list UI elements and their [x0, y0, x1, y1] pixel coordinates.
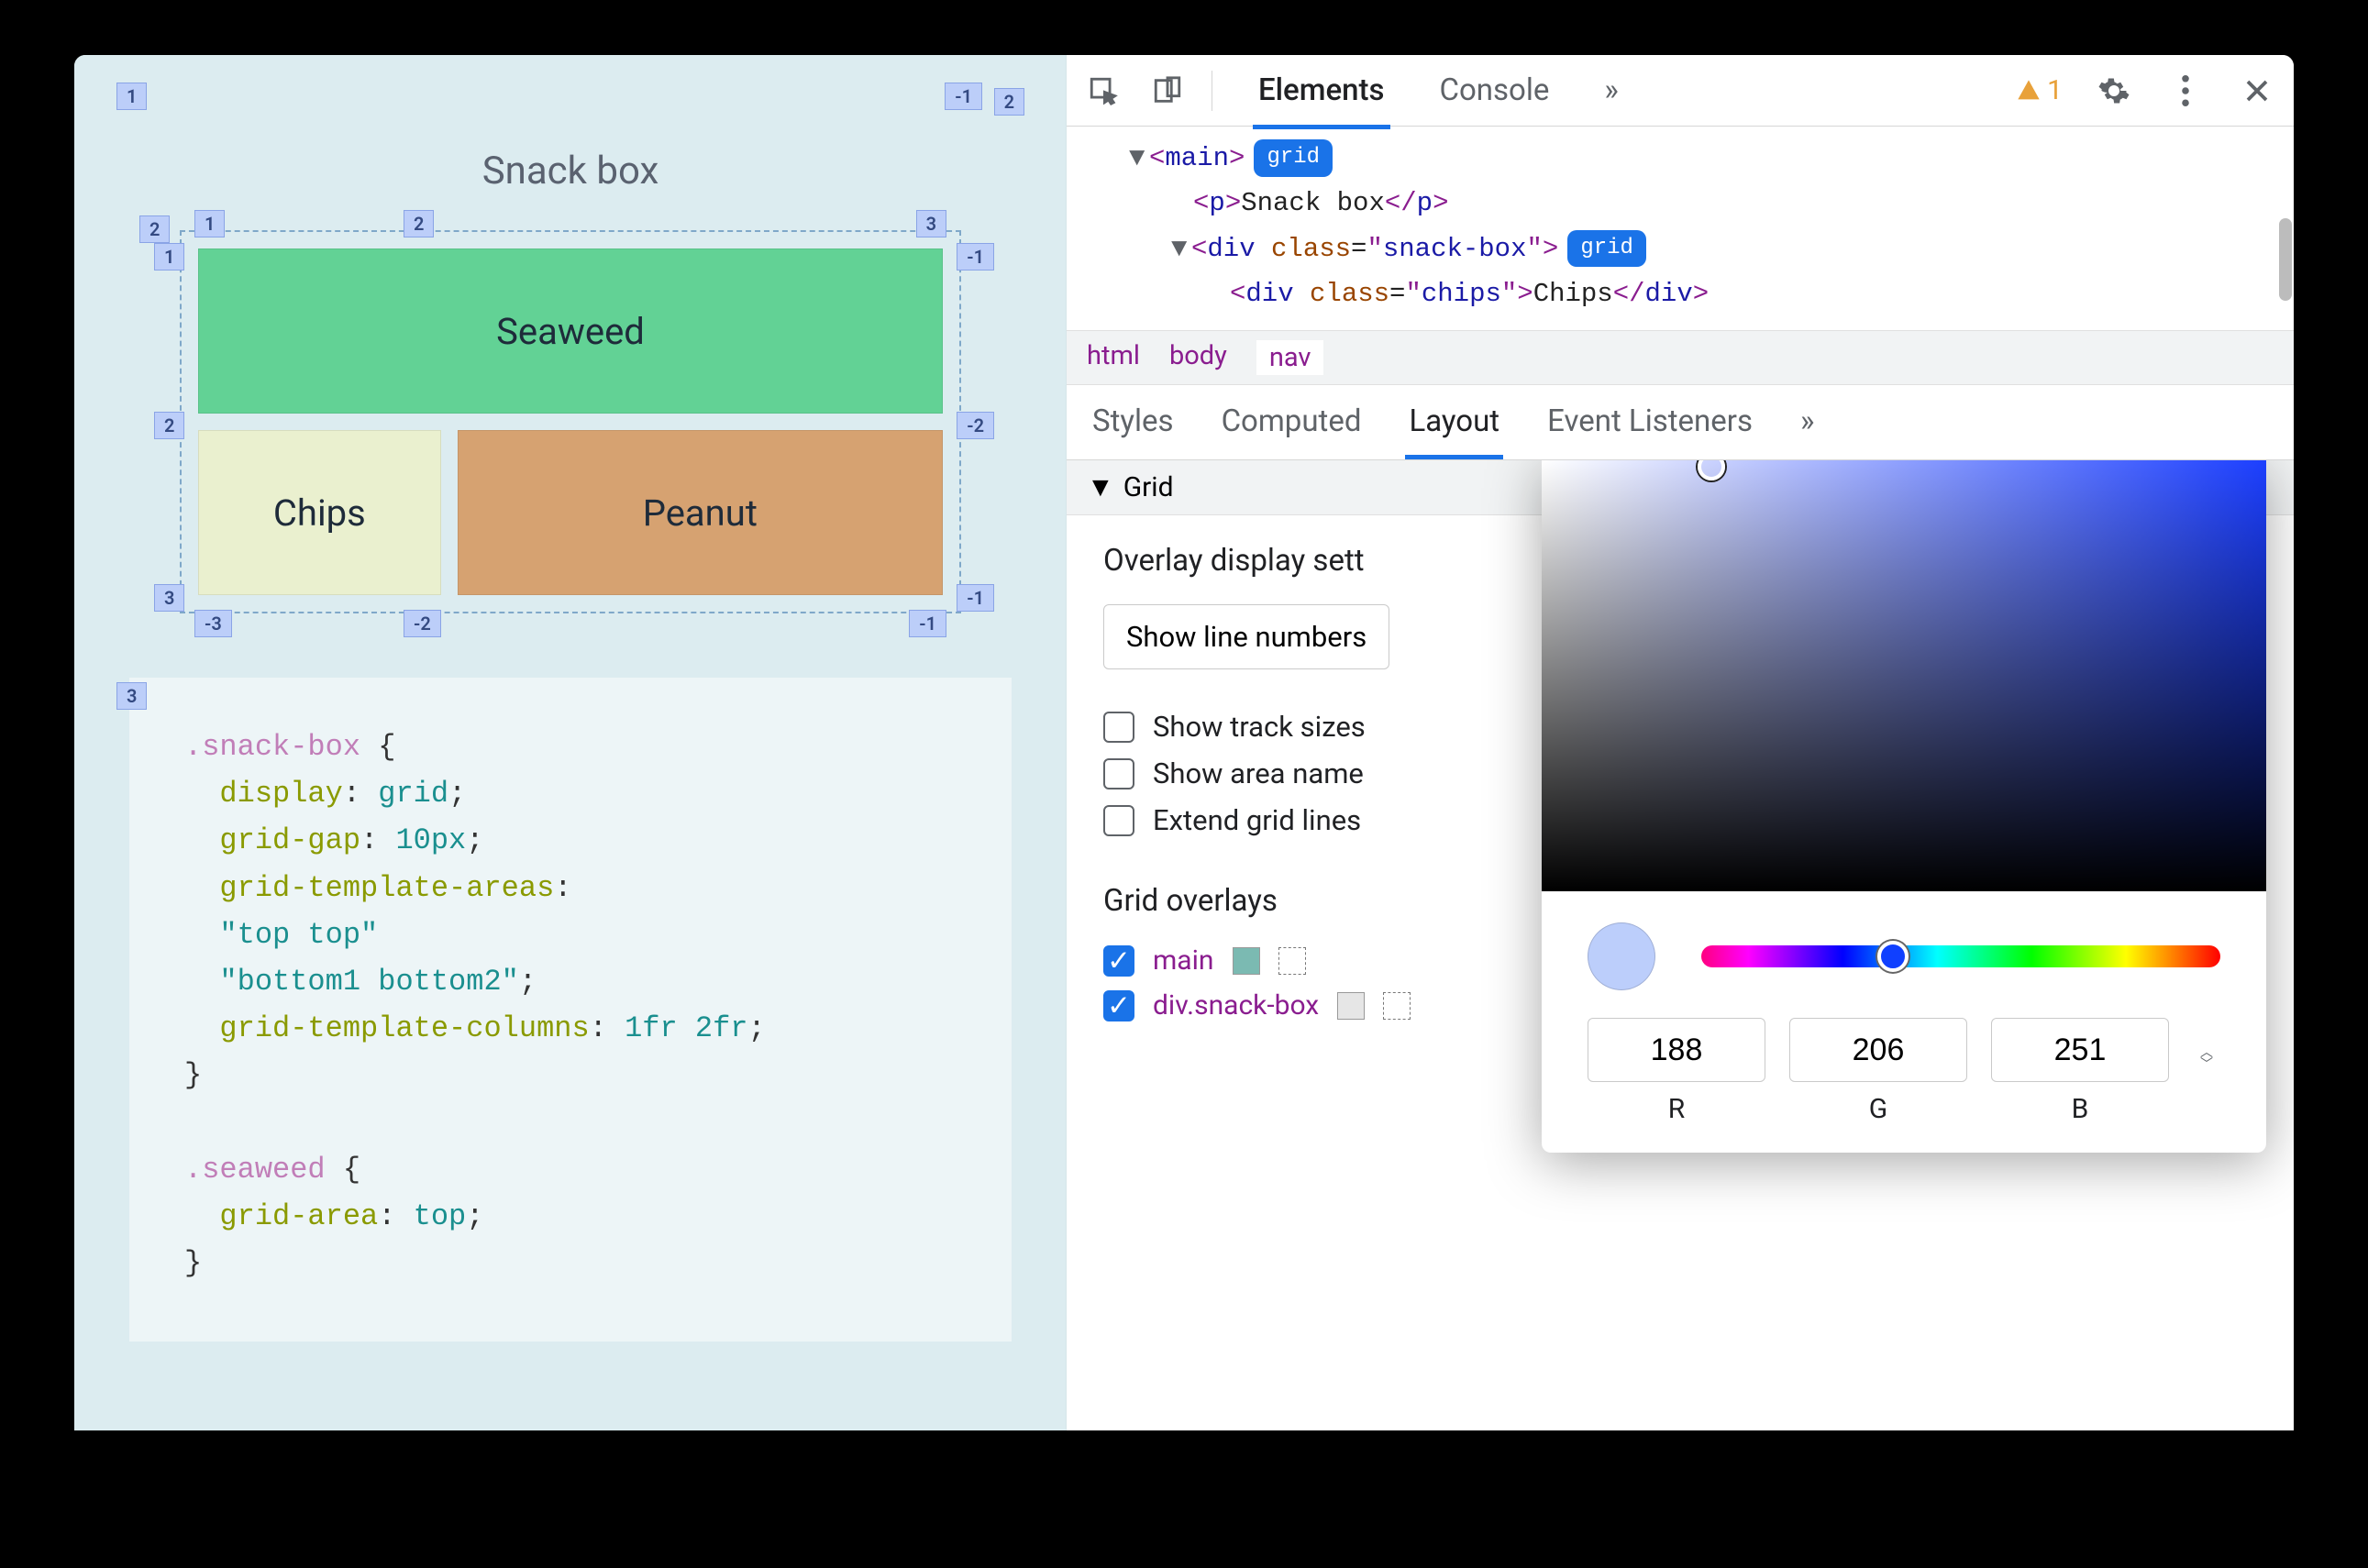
grid-line-label: 1 — [116, 83, 147, 110]
grid-line-label: 2 — [139, 215, 170, 243]
grid-line-label: 2 — [154, 412, 184, 439]
layout-icon[interactable] — [1383, 992, 1411, 1020]
snack-box-grid: Seaweed Chips Peanut — [198, 248, 943, 595]
line-numbers-select[interactable]: Show line numbers — [1103, 604, 1389, 669]
grid-line-label: 3 — [916, 210, 946, 237]
tab-styles[interactable]: Styles — [1092, 403, 1174, 439]
grid-line-label: -1 — [957, 243, 994, 271]
styles-subpanel-tabs: Styles Computed Layout Event Listeners » — [1067, 385, 2294, 460]
grid-line-label: 3 — [154, 584, 184, 612]
color-swatch[interactable] — [1233, 947, 1260, 975]
hue-thumb[interactable] — [1877, 941, 1909, 972]
breadcrumb-item[interactable]: nav — [1256, 340, 1324, 375]
saturation-thumb[interactable] — [1698, 460, 1725, 480]
breadcrumb-item[interactable]: html — [1087, 340, 1140, 375]
current-color-swatch[interactable] — [1588, 922, 1655, 990]
triangle-down-icon: ▼ — [1087, 471, 1114, 503]
grid-line-label: -1 — [945, 83, 982, 110]
grid-cell-seaweed: Seaweed — [198, 248, 943, 414]
g-input[interactable] — [1789, 1018, 1967, 1082]
grid-cell-chips: Chips — [198, 430, 441, 595]
css-code-block: .snack-box { display: grid; grid-gap: 10… — [129, 678, 1012, 1342]
tab-layout[interactable]: Layout — [1409, 403, 1499, 439]
r-label: R — [1588, 1093, 1765, 1125]
b-input[interactable] — [1991, 1018, 2169, 1082]
color-picker-popover: R G B ︿﹀ — [1542, 460, 2266, 1153]
page-viewport[interactable]: 1 -1 2 3 Snack box 2 1 2 3 1 2 3 -1 -2 -… — [74, 55, 1067, 1430]
dom-tree[interactable]: ▼<main>grid <p>Snack box</p> ▼<div class… — [1067, 127, 2294, 330]
page-title: Snack box — [120, 149, 1021, 193]
tab-computed[interactable]: Computed — [1222, 403, 1362, 439]
b-label: B — [1991, 1093, 2169, 1125]
grid-line-label: -1 — [957, 584, 994, 612]
r-input[interactable] — [1588, 1018, 1765, 1082]
breadcrumb[interactable]: html body nav — [1067, 330, 2294, 385]
grid-line-label: 2 — [404, 210, 434, 237]
grid-line-label: -2 — [957, 412, 994, 439]
grid-line-label: 1 — [194, 210, 225, 237]
tab-elements[interactable]: Elements — [1253, 55, 1390, 127]
tab-event-listeners[interactable]: Event Listeners — [1547, 403, 1753, 439]
breadcrumb-item[interactable]: body — [1169, 340, 1227, 375]
tab-overflow[interactable]: » — [1800, 403, 1814, 439]
devtools-toolbar: Elements Console » 1 — [1067, 55, 2294, 127]
warning-badge[interactable]: 1 — [2016, 74, 2063, 106]
scrollbar[interactable] — [2279, 218, 2292, 301]
layout-icon[interactable] — [1278, 947, 1306, 975]
saturation-field[interactable] — [1542, 460, 2266, 891]
hue-slider[interactable] — [1701, 945, 2220, 967]
kebab-icon[interactable] — [2165, 71, 2206, 111]
grid-overlay-region: 2 1 2 3 1 2 3 -1 -2 -1 -3 -2 -1 Seaweed … — [180, 230, 961, 613]
grid-line-label: -1 — [909, 610, 946, 637]
grid-cell-peanut: Peanut — [458, 430, 943, 595]
device-toggle-icon[interactable] — [1147, 71, 1188, 111]
grid-line-label: 1 — [154, 243, 184, 271]
devtools-panel: Elements Console » 1 — [1067, 55, 2294, 1430]
grid-line-label: 3 — [116, 682, 147, 710]
tab-overflow[interactable]: » — [1599, 55, 1623, 127]
close-icon[interactable] — [2237, 71, 2277, 111]
gear-icon[interactable] — [2094, 71, 2134, 111]
tab-console[interactable]: Console — [1434, 55, 1555, 127]
grid-line-label: -3 — [194, 610, 232, 637]
color-swatch[interactable] — [1337, 992, 1365, 1020]
inspect-icon[interactable] — [1083, 71, 1123, 111]
layout-panel: ▼ Grid Overlay display sett Show line nu… — [1067, 460, 2294, 1430]
grid-line-label: 2 — [994, 88, 1024, 116]
g-label: G — [1789, 1093, 1967, 1125]
color-mode-switcher[interactable]: ︿﹀ — [2193, 1049, 2220, 1068]
grid-line-label: -2 — [404, 610, 441, 637]
